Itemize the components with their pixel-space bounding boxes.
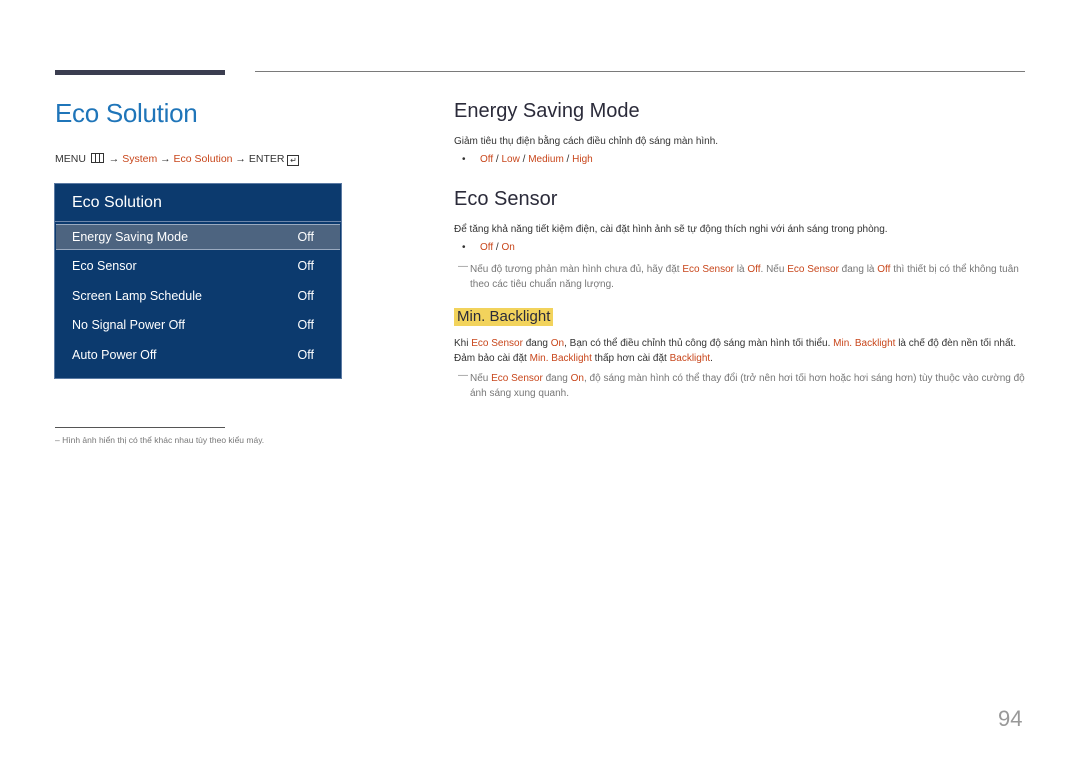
osd-item-label: Energy Saving Mode (72, 230, 189, 244)
highlight: On (550, 338, 565, 349)
option: On (501, 242, 515, 253)
path-system: System (122, 153, 158, 165)
energy-saving-description: Giảm tiêu thụ điện bằng cách điều chỉnh … (454, 136, 719, 147)
min-backlight-heading: Min. Backlight (454, 308, 554, 326)
arrow: → (157, 153, 174, 165)
osd-item-label: Auto Power Off (72, 348, 157, 362)
highlight: Off (877, 264, 891, 275)
text: Khi (454, 338, 472, 349)
highlight: Off (747, 264, 761, 275)
bullet-icon: • (462, 242, 466, 253)
footnote: – Hình ảnh hiển thị có thể khác nhau tùy… (55, 435, 265, 445)
option: Off (480, 154, 494, 165)
energy-saving-options: • Off / Low / Medium / High (462, 154, 593, 165)
highlight: Eco Sensor (471, 338, 523, 349)
osd-item-value: Off (297, 259, 314, 273)
osd-item-label: Screen Lamp Schedule (72, 289, 202, 303)
highlight: Eco Sensor (787, 264, 839, 275)
osd-item-energy-saving-mode[interactable]: Energy Saving Mode Off (56, 224, 340, 250)
note-icon: — (458, 370, 468, 381)
header-rule-thick (55, 70, 225, 75)
arrow: → (232, 153, 249, 165)
eco-sensor-description: Để tăng khả năng tiết kiệm điện, cài đặt… (454, 224, 888, 235)
page-number: 94 (998, 706, 1023, 731)
highlight: Min. Backlight (833, 338, 896, 349)
osd-item-value: Off (297, 318, 314, 332)
text: Nếu (470, 373, 492, 384)
header-rule-thin (255, 71, 1025, 72)
osd-item-eco-sensor[interactable]: Eco Sensor Off (56, 253, 340, 279)
osd-item-value: Off (297, 348, 314, 362)
text: . (710, 353, 713, 364)
enter-icon: ↵ (287, 155, 300, 166)
osd-item-auto-power-off[interactable]: Auto Power Off Off (56, 342, 340, 368)
osd-item-no-signal-power-off[interactable]: No Signal Power Off Off (56, 312, 340, 338)
separator: / (563, 154, 573, 165)
option: Low (501, 154, 520, 165)
text: đang (522, 338, 551, 349)
text: thấp hơn cài đặt (591, 353, 670, 364)
text: Nếu độ tương phản màn hình chưa đủ, hãy … (470, 264, 683, 275)
path-eco-solution: Eco Solution (173, 153, 233, 165)
text: là (734, 264, 748, 275)
option: Off (480, 242, 494, 253)
osd-item-value: Off (297, 230, 314, 244)
osd-title: Eco Solution (72, 194, 162, 211)
separator: / (493, 154, 502, 165)
eco-sensor-heading: Eco Sensor (454, 188, 558, 210)
menu-icon (90, 153, 104, 163)
text: . Nếu (760, 264, 788, 275)
highlight: Backlight (669, 353, 711, 364)
highlight: Min. Backlight (529, 353, 592, 364)
enter-label: ENTER (248, 153, 285, 165)
arrow: → (105, 153, 123, 165)
text: , Bạn có thể điều chỉnh thủ công độ sáng… (564, 338, 834, 349)
highlight: On (570, 373, 584, 384)
eco-sensor-note: — Nếu độ tương phản màn hình chưa đủ, hã… (458, 261, 1028, 292)
energy-saving-heading: Energy Saving Mode (454, 100, 640, 122)
separator: / (493, 242, 502, 253)
osd-menu: Eco Solution Energy Saving Mode Off Eco … (54, 183, 342, 379)
text: đang (542, 373, 571, 384)
separator: / (519, 154, 529, 165)
menu-path: MENU → System → Eco Solution → ENTER ↵ (55, 153, 300, 166)
note-icon: — (458, 261, 468, 272)
osd-divider (55, 221, 341, 222)
text: đang là (838, 264, 878, 275)
option: High (572, 154, 593, 165)
footnote-divider (55, 427, 225, 428)
min-backlight-description: Khi Eco Sensor đang On, Bạn có thể điều … (454, 336, 1029, 366)
chapter-title: Eco Solution (55, 98, 198, 128)
highlight: Eco Sensor (491, 373, 543, 384)
highlight: Eco Sensor (682, 264, 735, 275)
bullet-icon: • (462, 154, 466, 165)
option: Medium (528, 154, 564, 165)
osd-item-screen-lamp-schedule[interactable]: Screen Lamp Schedule Off (56, 283, 340, 309)
osd-item-label: Eco Sensor (72, 259, 137, 273)
min-backlight-note: — Nếu Eco Sensor đang On, độ sáng màn hì… (458, 370, 1028, 401)
eco-sensor-options: • Off / On (462, 242, 515, 253)
osd-item-value: Off (297, 289, 314, 303)
menu-label: MENU (55, 153, 86, 165)
osd-item-label: No Signal Power Off (72, 318, 186, 332)
